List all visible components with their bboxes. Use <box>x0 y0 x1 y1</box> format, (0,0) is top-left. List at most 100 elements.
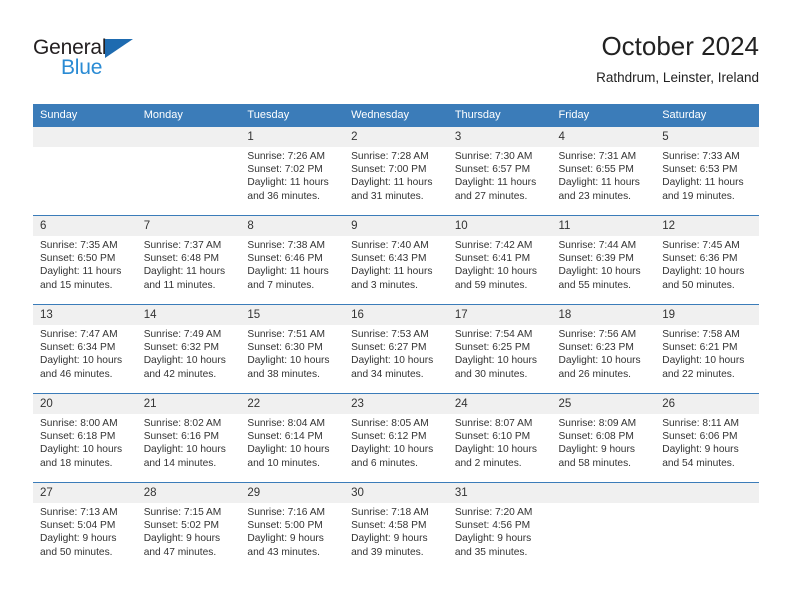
calendar-week-row: 13 Sunrise: 7:47 AM Sunset: 6:34 PM Dayligh… <box>33 304 759 394</box>
calendar-day-cell[interactable]: 6 Sunrise: 7:35 AM Sunset: 6:50 PM Daylight… <box>33 215 137 305</box>
sunrise-text: Sunrise: 7:53 AM <box>351 329 429 340</box>
weekday-header-sunday: Sunday <box>33 104 137 127</box>
calendar-day-cell[interactable]: 23 Sunrise: 8:05 AM Sunset: 6:12 PM Dayligh… <box>344 393 448 483</box>
day-details: Sunrise: 7:33 AM Sunset: 6:53 PM Daylight:… <box>655 147 759 203</box>
daylight-text: Daylight: 11 hours and 15 minutes. <box>40 266 122 291</box>
calendar-day-cell[interactable]: 30 Sunrise: 7:18 AM Sunset: 4:58 PM Dayligh… <box>344 482 448 571</box>
daylight-text: Daylight: 10 hours and 26 minutes. <box>558 355 641 380</box>
day-number: 22 <box>240 394 345 414</box>
generalblue-logo[interactable]: General Blue <box>33 36 233 88</box>
day-details: Sunrise: 7:47 AM Sunset: 6:34 PM Daylight:… <box>33 325 137 381</box>
sunrise-text: Sunrise: 7:30 AM <box>454 151 533 162</box>
daylight-text: Daylight: 10 hours and 50 minutes. <box>662 266 745 291</box>
calendar-day-cell[interactable]: 10 Sunrise: 7:42 AM Sunset: 6:41 PM Dayligh… <box>447 215 552 305</box>
day-number: 7 <box>136 216 241 236</box>
calendar-day-cell[interactable]: 16 Sunrise: 7:53 AM Sunset: 6:27 PM Dayligh… <box>344 304 448 394</box>
logo-text-blue: Blue <box>61 56 103 79</box>
calendar-day-cell[interactable]: 17 Sunrise: 7:54 AM Sunset: 6:25 PM Dayligh… <box>447 304 552 394</box>
daylight-text: Daylight: 11 hours and 3 minutes. <box>351 266 433 291</box>
sunrise-text: Sunrise: 7:38 AM <box>247 240 325 251</box>
calendar-day-cell[interactable]: 11 Sunrise: 7:44 AM Sunset: 6:39 PM Dayligh… <box>551 215 656 305</box>
sunrise-text: Sunrise: 7:58 AM <box>662 329 740 340</box>
day-number: 14 <box>136 305 241 325</box>
calendar-day-cell[interactable]: 13 Sunrise: 7:47 AM Sunset: 6:34 PM Dayligh… <box>33 304 137 394</box>
daylight-text: Daylight: 10 hours and 38 minutes. <box>247 355 330 380</box>
calendar-day-cell[interactable]: 21 Sunrise: 8:02 AM Sunset: 6:16 PM Dayligh… <box>136 393 241 483</box>
calendar-day-cell[interactable]: 15 Sunrise: 7:51 AM Sunset: 6:30 PM Dayligh… <box>240 304 345 394</box>
sunset-text: Sunset: 7:02 PM <box>247 164 323 176</box>
day-details: Sunrise: 7:56 AM Sunset: 6:23 PM Daylight:… <box>552 325 656 381</box>
calendar-day-cell[interactable]: 7 Sunrise: 7:37 AM Sunset: 6:48 PM Daylight… <box>136 215 241 305</box>
day-details: Sunrise: 8:04 AM Sunset: 6:14 PM Daylight:… <box>240 414 344 470</box>
daylight-text: Daylight: 9 hours and 39 minutes. <box>351 533 428 558</box>
weekday-header-saturday: Saturday <box>655 104 759 127</box>
day-details: Sunrise: 7:49 AM Sunset: 6:32 PM Daylight:… <box>137 325 241 381</box>
day-number: 3 <box>447 127 552 147</box>
sunset-text: Sunset: 6:57 PM <box>454 164 531 176</box>
daylight-text: Daylight: 11 hours and 19 minutes. <box>662 177 744 202</box>
daylight-text: Daylight: 10 hours and 6 minutes. <box>351 444 434 469</box>
calendar-day-cell[interactable]: 2 Sunrise: 7:28 AM Sunset: 7:00 PM Daylight… <box>344 126 448 216</box>
calendar-day-cell[interactable]: 22 Sunrise: 8:04 AM Sunset: 6:14 PM Dayligh… <box>240 393 345 483</box>
calendar-day-cell-empty <box>33 126 137 216</box>
day-number <box>33 127 137 147</box>
calendar-day-cell-empty <box>136 126 241 216</box>
calendar-body: 1 Sunrise: 7:26 AM Sunset: 7:02 PM Daylight… <box>33 126 759 571</box>
day-number: 6 <box>33 216 137 236</box>
sunset-text: Sunset: 6:50 PM <box>40 253 116 265</box>
calendar-day-cell[interactable]: 3 Sunrise: 7:30 AM Sunset: 6:57 PM Daylight… <box>447 126 552 216</box>
day-details: Sunrise: 7:13 AM Sunset: 5:04 PM Daylight:… <box>33 503 137 559</box>
day-details: Sunrise: 7:40 AM Sunset: 6:43 PM Daylight:… <box>344 236 448 292</box>
calendar-day-cell[interactable]: 4 Sunrise: 7:31 AM Sunset: 6:55 PM Daylight… <box>551 126 656 216</box>
sunrise-text: Sunrise: 7:35 AM <box>40 240 118 251</box>
calendar-day-cell[interactable]: 14 Sunrise: 7:49 AM Sunset: 6:32 PM Dayligh… <box>136 304 241 394</box>
calendar-day-cell[interactable]: 19 Sunrise: 7:58 AM Sunset: 6:21 PM Dayligh… <box>655 304 759 394</box>
day-number: 19 <box>655 305 759 325</box>
logo-triangle-icon <box>105 39 133 58</box>
day-details: Sunrise: 7:44 AM Sunset: 6:39 PM Daylight:… <box>552 236 656 292</box>
day-details: Sunrise: 7:28 AM Sunset: 7:00 PM Daylight:… <box>344 147 448 203</box>
calendar-day-cell[interactable]: 9 Sunrise: 7:40 AM Sunset: 6:43 PM Daylight… <box>344 215 448 305</box>
calendar-day-cell[interactable]: 25 Sunrise: 8:09 AM Sunset: 6:08 PM Dayligh… <box>551 393 656 483</box>
calendar-day-cell[interactable]: 8 Sunrise: 7:38 AM Sunset: 6:46 PM Daylight… <box>240 215 345 305</box>
sunset-text: Sunset: 6:36 PM <box>662 253 738 265</box>
daylight-text: Daylight: 11 hours and 31 minutes. <box>351 177 433 202</box>
calendar-day-cell-empty <box>655 482 759 571</box>
calendar-day-cell[interactable]: 27 Sunrise: 7:13 AM Sunset: 5:04 PM Dayligh… <box>33 482 137 571</box>
day-number <box>655 483 759 503</box>
location-subtitle: Rathdrum, Leinster, Ireland <box>596 70 759 85</box>
day-number: 27 <box>33 483 137 503</box>
weekday-header-tuesday: Tuesday <box>240 104 345 127</box>
daylight-text: Daylight: 11 hours and 36 minutes. <box>247 177 329 202</box>
sunset-text: Sunset: 7:00 PM <box>351 164 427 176</box>
day-details: Sunrise: 7:31 AM Sunset: 6:55 PM Daylight:… <box>552 147 656 203</box>
calendar-day-cell[interactable]: 20 Sunrise: 8:00 AM Sunset: 6:18 PM Dayligh… <box>33 393 137 483</box>
sunset-text: Sunset: 6:43 PM <box>351 253 427 265</box>
calendar-day-cell[interactable]: 1 Sunrise: 7:26 AM Sunset: 7:02 PM Daylight… <box>240 126 345 216</box>
daylight-text: Daylight: 9 hours and 43 minutes. <box>247 533 324 558</box>
sunrise-text: Sunrise: 7:26 AM <box>247 151 325 162</box>
day-details: Sunrise: 7:35 AM Sunset: 6:50 PM Daylight:… <box>33 236 137 292</box>
daylight-text: Daylight: 10 hours and 59 minutes. <box>454 266 537 291</box>
day-details: Sunrise: 7:51 AM Sunset: 6:30 PM Daylight:… <box>240 325 344 381</box>
calendar-day-cell[interactable]: 5 Sunrise: 7:33 AM Sunset: 6:53 PM Daylight… <box>655 126 759 216</box>
day-number: 26 <box>655 394 759 414</box>
daylight-text: Daylight: 9 hours and 58 minutes. <box>558 444 635 469</box>
sunset-text: Sunset: 6:12 PM <box>351 431 427 443</box>
day-number: 20 <box>33 394 137 414</box>
sunset-text: Sunset: 4:56 PM <box>454 520 531 532</box>
day-number: 1 <box>240 127 345 147</box>
calendar-day-cell[interactable]: 31 Sunrise: 7:20 AM Sunset: 4:56 PM Dayligh… <box>447 482 552 571</box>
day-details: Sunrise: 7:58 AM Sunset: 6:21 PM Daylight:… <box>655 325 759 381</box>
calendar-day-cell[interactable]: 18 Sunrise: 7:56 AM Sunset: 6:23 PM Dayligh… <box>551 304 656 394</box>
day-number: 12 <box>655 216 759 236</box>
sunrise-text: Sunrise: 7:37 AM <box>143 240 222 251</box>
calendar-day-cell[interactable]: 28 Sunrise: 7:15 AM Sunset: 5:02 PM Dayligh… <box>136 482 241 571</box>
sunset-text: Sunset: 6:10 PM <box>454 431 531 443</box>
calendar-day-cell[interactable]: 26 Sunrise: 8:11 AM Sunset: 6:06 PM Dayligh… <box>655 393 759 483</box>
day-details: Sunrise: 8:09 AM Sunset: 6:08 PM Daylight:… <box>552 414 656 470</box>
calendar-day-cell[interactable]: 24 Sunrise: 8:07 AM Sunset: 6:10 PM Dayligh… <box>447 393 552 483</box>
calendar-day-cell[interactable]: 12 Sunrise: 7:45 AM Sunset: 6:36 PM Dayligh… <box>655 215 759 305</box>
calendar-day-cell[interactable]: 29 Sunrise: 7:16 AM Sunset: 5:00 PM Dayligh… <box>240 482 345 571</box>
day-number: 5 <box>655 127 759 147</box>
